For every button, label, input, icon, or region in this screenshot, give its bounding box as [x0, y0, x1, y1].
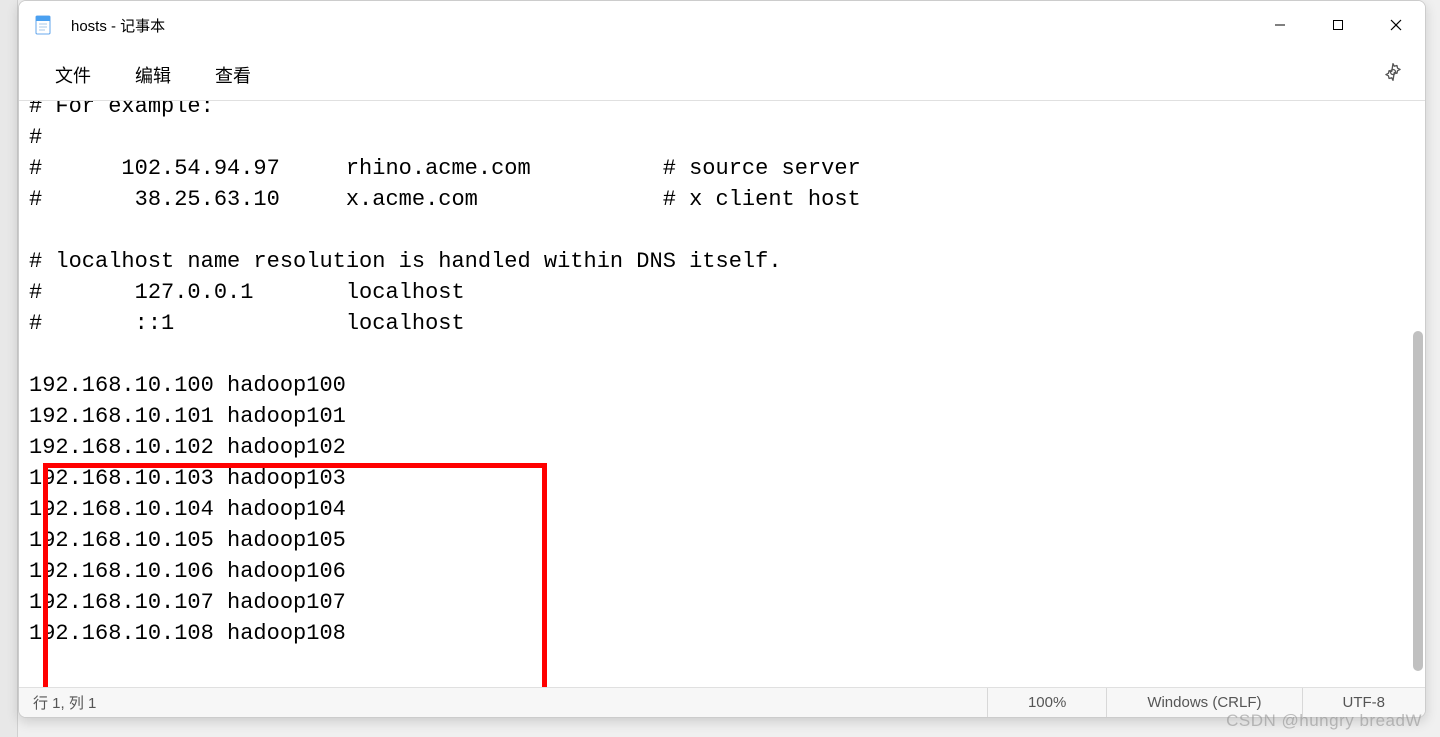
- minimize-button[interactable]: [1251, 1, 1309, 49]
- titlebar[interactable]: hosts - 记事本: [19, 1, 1425, 49]
- background-window-edge: [0, 0, 18, 737]
- notepad-window: hosts - 记事本 文件 编辑 查看 # For example: # #: [18, 0, 1426, 718]
- menu-view[interactable]: 查看: [193, 54, 273, 96]
- statusbar: 行 1, 列 1 100% Windows (CRLF) UTF-8: [19, 687, 1425, 717]
- menu-file[interactable]: 文件: [33, 54, 113, 96]
- editor-content[interactable]: # For example: # # 102.54.94.97 rhino.ac…: [29, 101, 1409, 687]
- notepad-icon: [33, 15, 53, 35]
- window-controls: [1251, 1, 1425, 49]
- menubar: 文件 编辑 查看: [19, 49, 1425, 101]
- maximize-button[interactable]: [1309, 1, 1367, 49]
- status-cursor-position: 行 1, 列 1: [19, 692, 987, 713]
- vertical-scrollbar[interactable]: [1413, 331, 1423, 671]
- settings-button[interactable]: [1375, 54, 1411, 95]
- close-button[interactable]: [1367, 1, 1425, 49]
- status-zoom[interactable]: 100%: [987, 688, 1106, 717]
- menu-edit[interactable]: 编辑: [113, 54, 193, 96]
- window-title: hosts - 记事本: [71, 15, 1251, 36]
- watermark-text: CSDN @hungry breadW: [1226, 711, 1422, 731]
- text-editor-area[interactable]: # For example: # # 102.54.94.97 rhino.ac…: [19, 101, 1425, 687]
